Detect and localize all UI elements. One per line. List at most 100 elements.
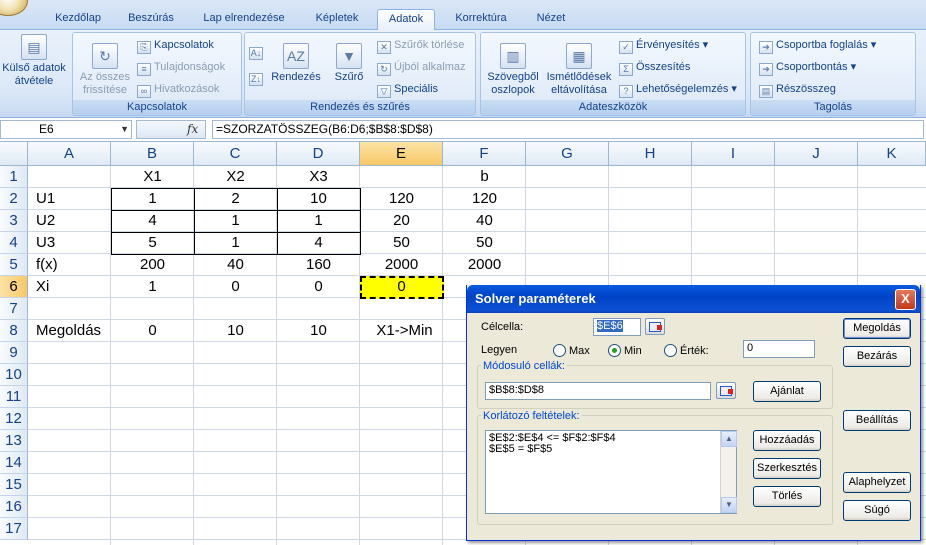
cell-d5[interactable]: 160 bbox=[277, 254, 360, 276]
cell-f4[interactable]: 50 bbox=[443, 232, 526, 254]
refresh-all-button[interactable]: ↻ Az összes frissítése bbox=[77, 43, 133, 97]
cell-d3[interactable]: 1 bbox=[277, 210, 360, 232]
connections-button[interactable]: ⎘ Kapcsolatok bbox=[137, 37, 214, 54]
cell-d2[interactable]: 10 bbox=[277, 188, 360, 210]
column-header[interactable]: A bbox=[28, 142, 111, 166]
cell-f1[interactable]: b bbox=[443, 166, 526, 188]
cell-b5[interactable]: 200 bbox=[111, 254, 194, 276]
options-button[interactable]: Beállítás bbox=[843, 410, 911, 431]
changing-cells-ref-icon[interactable] bbox=[716, 382, 736, 399]
solve-button[interactable]: Megoldás bbox=[843, 318, 911, 339]
cell-c5[interactable]: 40 bbox=[194, 254, 277, 276]
scroll-up-icon[interactable]: ▲ bbox=[721, 431, 737, 447]
sort-button[interactable]: AZ Rendezés bbox=[269, 43, 323, 84]
cell-c2[interactable]: 2 bbox=[194, 188, 277, 210]
filter-button[interactable]: ▼ Szűrő bbox=[327, 43, 371, 84]
scroll-down-icon[interactable]: ▼ bbox=[721, 497, 737, 513]
radio-max[interactable] bbox=[553, 344, 566, 357]
ungroup-button[interactable]: ➔ Csoportbontás ▾ bbox=[759, 59, 856, 76]
column-header[interactable]: C bbox=[194, 142, 277, 166]
cell-d4[interactable]: 4 bbox=[277, 232, 360, 254]
row-header[interactable]: 9 bbox=[0, 342, 28, 364]
edit-constraint-button[interactable]: Szerkesztés bbox=[753, 458, 821, 479]
row-header[interactable]: 10 bbox=[0, 364, 28, 386]
cell-a4[interactable]: U3 bbox=[28, 232, 111, 254]
sort-desc-button[interactable]: Z↓ bbox=[249, 69, 266, 86]
cell-b2[interactable]: 1 bbox=[111, 188, 194, 210]
cell-d1[interactable]: X3 bbox=[277, 166, 360, 188]
name-box[interactable]: E6 ▼ bbox=[0, 120, 132, 139]
fx-icon[interactable]: fx bbox=[187, 121, 198, 138]
row-header[interactable]: 7 bbox=[0, 298, 28, 320]
cell-a8[interactable]: Megoldás bbox=[28, 320, 111, 342]
formula-input[interactable]: =SZORZATÖSSZEG(B6:D6;$B$8:$D$8) bbox=[212, 120, 924, 139]
cell-a2[interactable]: U1 bbox=[28, 188, 111, 210]
remove-duplicates-button[interactable]: ▦ Ismétlődések eltávolítása bbox=[543, 43, 615, 97]
tab-kepletek[interactable]: Képletek bbox=[304, 9, 370, 30]
cell-f3[interactable]: 40 bbox=[443, 210, 526, 232]
cell-a6[interactable]: Xi bbox=[28, 276, 111, 298]
column-header[interactable]: B bbox=[111, 142, 194, 166]
column-header[interactable]: H bbox=[609, 142, 692, 166]
column-header[interactable]: K bbox=[858, 142, 926, 166]
text-to-columns-button[interactable]: ▥ Szövegből oszlopok bbox=[483, 43, 543, 97]
tab-lap-elrendezese[interactable]: Lap elrendezése bbox=[192, 9, 296, 30]
cell-e4[interactable]: 50 bbox=[360, 232, 443, 254]
cell-b8[interactable]: 0 bbox=[111, 320, 194, 342]
row-header[interactable]: 14 bbox=[0, 452, 28, 474]
column-header[interactable]: D bbox=[277, 142, 360, 166]
cell-a3[interactable]: U2 bbox=[28, 210, 111, 232]
row-header[interactable]: 17 bbox=[0, 518, 28, 540]
properties-button[interactable]: ≡ Tulajdonságok bbox=[137, 59, 225, 76]
close-icon[interactable]: X bbox=[895, 289, 916, 310]
row-header[interactable]: 13 bbox=[0, 430, 28, 452]
add-constraint-button[interactable]: Hozzáadás bbox=[753, 430, 821, 451]
cell-c8[interactable]: 10 bbox=[194, 320, 277, 342]
delete-constraint-button[interactable]: Törlés bbox=[753, 486, 821, 507]
column-header[interactable]: F bbox=[443, 142, 526, 166]
cell-e5[interactable]: 2000 bbox=[360, 254, 443, 276]
row-header[interactable]: 6 bbox=[0, 276, 28, 298]
sort-asc-button[interactable]: A↓ bbox=[249, 43, 266, 60]
advanced-filter-button[interactable]: ▽ Speciális bbox=[377, 81, 438, 98]
row-header[interactable]: 8 bbox=[0, 320, 28, 342]
value-of-input[interactable]: 0 bbox=[743, 340, 815, 358]
row-header[interactable]: 2 bbox=[0, 188, 28, 210]
reapply-button[interactable]: ↻ Újból alkalmaz bbox=[377, 59, 466, 76]
cell-c3[interactable]: 1 bbox=[194, 210, 277, 232]
cell-c4[interactable]: 1 bbox=[194, 232, 277, 254]
external-data-button[interactable]: ▤ Külső adatok átvétele bbox=[0, 34, 68, 88]
row-header[interactable]: 5 bbox=[0, 254, 28, 276]
cell-b3[interactable]: 4 bbox=[111, 210, 194, 232]
cell-a5[interactable]: f(x) bbox=[28, 254, 111, 276]
row-header[interactable]: 1 bbox=[0, 166, 28, 188]
target-cell-input[interactable]: $E$6 bbox=[593, 318, 641, 336]
column-header[interactable]: G bbox=[526, 142, 609, 166]
dialog-title-bar[interactable]: Solver paraméterek X bbox=[467, 285, 920, 313]
cell-d8[interactable]: 10 bbox=[277, 320, 360, 342]
row-header[interactable]: 4 bbox=[0, 232, 28, 254]
cell-c6[interactable]: 0 bbox=[194, 276, 277, 298]
select-all-corner[interactable] bbox=[0, 142, 28, 166]
reset-all-button[interactable]: Alaphelyzet bbox=[843, 472, 911, 493]
row-header[interactable]: 16 bbox=[0, 496, 28, 518]
help-button[interactable]: Súgó bbox=[843, 500, 911, 521]
cell-e8[interactable]: X1->Min bbox=[360, 320, 449, 342]
cell-e2[interactable]: 120 bbox=[360, 188, 443, 210]
cell-b6[interactable]: 1 bbox=[111, 276, 194, 298]
clear-filter-button[interactable]: ✕ Szűrők törlése bbox=[377, 37, 464, 54]
cell-b4[interactable]: 5 bbox=[111, 232, 194, 254]
close-dialog-button[interactable]: Bezárás bbox=[843, 346, 911, 367]
cell-e3[interactable]: 20 bbox=[360, 210, 443, 232]
constraints-scrollbar[interactable]: ▲ ▼ bbox=[720, 431, 737, 513]
cell-c1[interactable]: X2 bbox=[194, 166, 277, 188]
subtotal-button[interactable]: ▤ Részösszeg bbox=[759, 81, 836, 98]
target-cell-ref-icon[interactable] bbox=[645, 318, 665, 335]
cell-f5[interactable]: 2000 bbox=[443, 254, 526, 276]
constraints-list[interactable]: $E$2:$E$4 <= $F$2:$F$4 $E$5 = $F$5 ▲ ▼ bbox=[485, 430, 737, 514]
tab-nezet[interactable]: Nézet bbox=[526, 9, 576, 30]
row-header[interactable]: 3 bbox=[0, 210, 28, 232]
column-header[interactable]: E bbox=[360, 142, 443, 166]
row-header[interactable]: 12 bbox=[0, 408, 28, 430]
cell-b1[interactable]: X1 bbox=[111, 166, 194, 188]
